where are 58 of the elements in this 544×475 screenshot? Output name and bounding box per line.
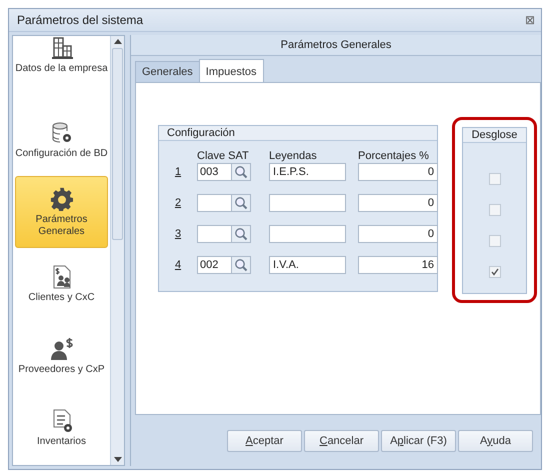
- sidebar-item[interactable]: Datos de la empresa: [15, 36, 108, 104]
- checkbox[interactable]: [488, 266, 500, 278]
- row-number: 2: [174, 197, 182, 209]
- group-title: Desglose: [472, 129, 518, 141]
- building-icon: [50, 36, 74, 60]
- scroll-up-icon[interactable]: [114, 39, 122, 44]
- clave-field[interactable]: 002: [197, 256, 251, 274]
- scroll-down-icon[interactable]: [114, 457, 122, 462]
- porcentaje-field[interactable]: 0: [358, 163, 438, 181]
- checkbox[interactable]: [488, 173, 500, 185]
- clave-field[interactable]: [197, 194, 251, 212]
- leyenda-field[interactable]: [269, 194, 346, 212]
- search-icon[interactable]: [231, 164, 250, 180]
- clave-field[interactable]: 003: [197, 163, 251, 181]
- leyenda-field[interactable]: [269, 225, 346, 243]
- search-icon[interactable]: [231, 195, 250, 211]
- sidebar-item-label: Configuración de BD: [15, 148, 108, 160]
- dialog-button[interactable]: Cancelar: [304, 430, 379, 452]
- gear-icon: [50, 186, 74, 210]
- sidebar-item-label: Parámetros Generales: [34, 214, 88, 238]
- sidebar-item[interactable]: Parámetros Generales: [15, 176, 108, 248]
- sidebar-item-label: Proveedores y CxP: [18, 364, 105, 376]
- scrollbar[interactable]: [110, 36, 124, 465]
- sidebar-item[interactable]: Clientes y CxC: [15, 248, 108, 320]
- column-header: Porcentajes %: [358, 150, 430, 162]
- sidebar-item[interactable]: Configuración de BD: [15, 104, 108, 176]
- person-dollar-icon: [50, 336, 74, 360]
- sidebar-item[interactable]: Inventarios: [15, 392, 108, 464]
- checkbox[interactable]: [488, 235, 500, 247]
- search-icon[interactable]: [231, 257, 250, 273]
- database-gear-icon: [50, 120, 74, 144]
- dialog-button[interactable]: Ayuda: [458, 430, 533, 452]
- checkbox[interactable]: [488, 204, 500, 216]
- sidebar-item-label: Inventarios: [37, 436, 86, 448]
- panel-title: Parámetros Generales: [280, 39, 392, 51]
- sidebar-item-label: Datos de la empresa: [15, 63, 108, 75]
- tab[interactable]: Generales: [135, 61, 200, 82]
- leyenda-field[interactable]: I.E.P.S.: [269, 163, 346, 181]
- column-header: Leyendas: [269, 150, 318, 162]
- dialog-button[interactable]: Aplicar (F3): [381, 430, 456, 452]
- sidebar-item[interactable]: Proveedores y CxP: [15, 320, 108, 392]
- group-title: Configuración: [167, 127, 235, 139]
- dialog-button[interactable]: Aceptar: [227, 430, 302, 452]
- search-icon[interactable]: [231, 226, 250, 242]
- row-number: 1: [174, 166, 182, 178]
- leyenda-field[interactable]: I.V.A.: [269, 256, 346, 274]
- porcentaje-field[interactable]: 0: [358, 225, 438, 243]
- window-title: Parámetros del sistema: [17, 13, 144, 27]
- scroll-thumb[interactable]: [112, 48, 123, 240]
- close-button[interactable]: ⊠: [524, 13, 535, 27]
- porcentaje-field[interactable]: 16: [358, 256, 438, 274]
- row-number: 3: [174, 228, 182, 240]
- sidebar-item-label: Clientes y CxC: [28, 292, 95, 304]
- clave-field[interactable]: [197, 225, 251, 243]
- row-number: 4: [174, 259, 182, 271]
- porcentaje-field[interactable]: 0: [358, 194, 438, 212]
- tab[interactable]: Impuestos: [198, 59, 264, 82]
- column-header: Clave SAT: [197, 150, 250, 162]
